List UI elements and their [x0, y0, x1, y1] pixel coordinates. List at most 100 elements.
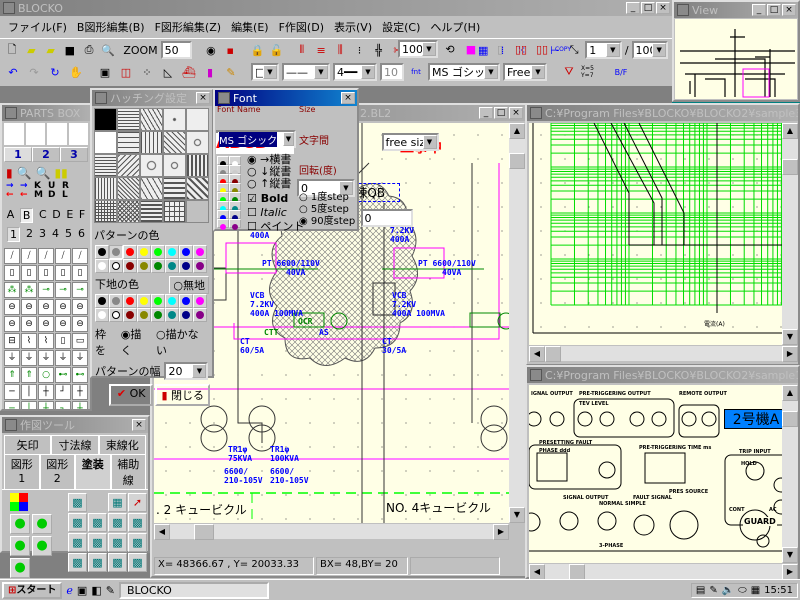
paint-circle-icon[interactable]: ● [10, 536, 30, 556]
rotation-input[interactable]: 0 [360, 209, 413, 227]
part-symbol[interactable]: ⊖ [38, 299, 54, 315]
number-tab[interactable]: 4 [52, 227, 59, 242]
vertical-scrollbar[interactable]: ▲ ▼ [782, 385, 798, 563]
hatch-pattern[interactable] [117, 154, 140, 177]
bg-color-swatch[interactable] [179, 294, 193, 308]
hatch-pattern[interactable] [94, 108, 117, 131]
direction-radio[interactable]: ○ ↑縦書 [247, 178, 291, 190]
arc-icon[interactable]: ◺ [159, 63, 177, 81]
bg-color-swatch[interactable] [137, 294, 151, 308]
font-color-swatch[interactable] [217, 201, 229, 212]
font-color-swatch[interactable] [229, 183, 241, 194]
nav-button[interactable]: L [62, 191, 76, 200]
open-folder-icon[interactable]: ▰ [23, 41, 39, 59]
text-tool-icon[interactable]: ✎ [222, 63, 240, 81]
tray-pen-icon[interactable]: ✎ [709, 585, 717, 596]
part-symbol[interactable]: ⊖ [38, 316, 54, 332]
font-color-swatch[interactable] [217, 156, 229, 167]
hatch-rect-icon[interactable]: ▩ [128, 513, 147, 532]
rotate-icon[interactable]: ⟲ [441, 40, 459, 58]
mouse-icon[interactable]: ⬭ [738, 585, 747, 596]
bg-color-swatch[interactable] [165, 308, 179, 322]
hatch-pattern[interactable] [186, 131, 209, 154]
hatch-pattern[interactable] [117, 177, 140, 200]
nav-button[interactable]: ← [20, 191, 34, 200]
part-symbol[interactable]: ⌇ [21, 333, 37, 349]
part-symbol[interactable]: ─ [4, 384, 20, 400]
part-symbol[interactable]: ⧸ [55, 248, 71, 264]
font-color-swatch[interactable] [229, 192, 241, 203]
part-symbol[interactable]: ▯ [4, 265, 20, 281]
menu-item[interactable]: F作図(D) [279, 19, 324, 35]
part-symbol[interactable]: │ [21, 401, 37, 409]
rotation-step-radio[interactable]: ○ 1度step [299, 192, 355, 204]
paint-ellipse-icon[interactable]: ● [10, 558, 30, 578]
bg-color-swatch[interactable] [109, 294, 123, 308]
close-button[interactable]: × [196, 92, 210, 104]
part-symbol[interactable]: ⊖ [4, 299, 20, 315]
hatch-fish-icon[interactable]: ▩ [68, 533, 87, 552]
paint-checkbox[interactable]: ☐ ペイント [247, 218, 304, 234]
font-color-swatch[interactable] [229, 174, 241, 185]
minimize-button[interactable]: _ [479, 107, 493, 119]
channel-icon[interactable]: ◧ [91, 584, 101, 597]
part-symbol[interactable]: ▭ [72, 333, 88, 349]
letter-tab[interactable]: B [19, 208, 34, 223]
part-symbol[interactable]: ⁂ [4, 282, 20, 298]
horizontal-scrollbar[interactable]: ◀ ▶ [529, 345, 798, 362]
part-symbol[interactable]: ⧸ [72, 248, 88, 264]
pattern-color-swatch[interactable] [137, 245, 151, 259]
font-name-select[interactable]: MS ゴシック ▼ [428, 63, 500, 81]
frame-nodraw-radio[interactable]: ○描かない [156, 326, 209, 358]
letter-tab[interactable]: C [39, 208, 47, 223]
parts-tab[interactable]: 2 [32, 147, 60, 162]
align-5-icon[interactable]: ╬ [371, 41, 387, 59]
network-icon[interactable]: ▦ [751, 585, 760, 596]
rotation-step-radio[interactable]: ○ 5度step [299, 204, 355, 216]
paint-rounded-rect-icon[interactable]: ● [10, 514, 30, 534]
bg-color-swatch[interactable] [165, 294, 179, 308]
letter-tab[interactable]: E [66, 208, 73, 223]
hatch-sector-icon[interactable]: ▩ [68, 553, 87, 572]
hatch-pattern[interactable] [94, 177, 117, 200]
part-symbol[interactable]: ⏚ [21, 350, 37, 366]
hatch-blob-2-icon[interactable]: ▩ [88, 553, 107, 572]
hatch-rounded-icon[interactable]: ▩ [128, 533, 147, 552]
hatch-icon[interactable]: ⁘ [138, 63, 156, 81]
scroll-thumb[interactable] [569, 564, 585, 580]
view-overview[interactable] [675, 19, 797, 99]
hatch-bird-icon[interactable]: ▩ [88, 533, 107, 552]
close-dialog-button[interactable]: ▮ 閉じる [155, 384, 210, 406]
print-preview-icon[interactable]: 🔍 [100, 41, 116, 59]
scroll-right-button[interactable]: ▶ [493, 524, 509, 540]
paint-rect-icon[interactable]: ● [32, 514, 52, 534]
letter-tab[interactable]: F [79, 208, 85, 223]
pattern-color-swatch[interactable] [179, 245, 193, 259]
bg-color-swatch[interactable] [193, 294, 207, 308]
hatch-pattern[interactable] [94, 154, 117, 177]
bg-color-swatch[interactable] [151, 294, 165, 308]
hatch-poly-icon[interactable]: ▩ [108, 533, 127, 552]
part-symbol[interactable]: ⏚ [72, 350, 88, 366]
pattern-color-swatch[interactable] [165, 245, 179, 259]
hatch-blob-icon[interactable]: ▩ [88, 513, 107, 532]
part-symbol[interactable]: ┼ [72, 384, 88, 400]
pattern-color-swatch[interactable] [95, 259, 109, 273]
palette-icon[interactable]: ▦ [108, 493, 127, 512]
part-symbol[interactable]: ⊖ [55, 299, 71, 315]
open-folder-add-icon[interactable]: ▰ [42, 41, 58, 59]
draw-tool-tab[interactable]: 補助線 [110, 454, 146, 489]
part-symbol[interactable]: ⊖ [55, 316, 71, 332]
number-tab[interactable]: 5 [65, 227, 72, 242]
hatch-pattern[interactable] [94, 200, 117, 223]
refresh-icon[interactable]: ↻ [46, 63, 64, 81]
zoom-in-icon[interactable]: 🔍 [17, 166, 32, 180]
draw-tool-tab[interactable]: 塗装 [75, 454, 111, 489]
pattern-color-swatch[interactable] [123, 245, 137, 259]
frame-draw-radio[interactable]: ◉描く [121, 326, 152, 358]
hatch-circle-icon[interactable]: ▩ [108, 553, 127, 572]
font-color-swatch[interactable] [217, 174, 229, 185]
new-file-icon[interactable]: 🗋 [4, 41, 20, 59]
symbol-icon[interactable]: ▪ [222, 41, 238, 59]
part-symbol[interactable]: ⏚ [4, 350, 20, 366]
